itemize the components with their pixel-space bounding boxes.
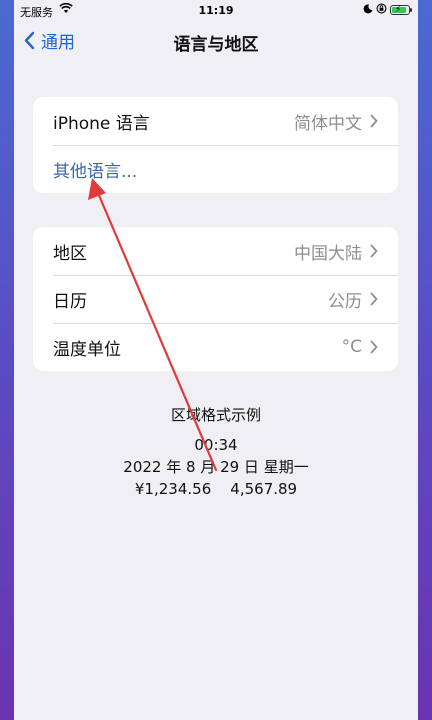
format-example-numbers: ¥1,234.56 4,567.89 <box>134 480 298 498</box>
other-languages-row[interactable]: 其他语言... <box>33 145 398 193</box>
temperature-unit-row[interactable]: 温度单位 °C <box>33 323 398 371</box>
region-settings-group: 地区 中国大陆 日历 公历 温度单位 °C <box>33 227 398 371</box>
calendar-value: 公历 <box>328 291 362 312</box>
iphone-language-value: 简体中文 <box>294 113 362 134</box>
chevron-right-icon <box>370 114 378 128</box>
language-settings-group: iPhone 语言 简体中文 其他语言... <box>33 97 398 193</box>
navigation-bar: 通用 语言与地区 <box>14 24 418 60</box>
region-format-example: 区域格式示例 00:34 2022 年 8 月 29 日 星期一 ¥1,234.… <box>14 404 418 500</box>
iphone-language-label: iPhone 语言 <box>53 113 150 134</box>
orientation-lock-icon <box>376 3 387 17</box>
status-time: 11:19 <box>198 4 234 17</box>
page-title: 语言与地区 <box>173 35 259 55</box>
region-label: 地区 <box>53 243 87 264</box>
region-value: 中国大陆 <box>294 243 362 264</box>
temperature-unit-value: °C <box>341 337 362 357</box>
chevron-right-icon <box>370 244 378 258</box>
phone-screen: 无服务 11:19 ⚡ 通用 语言与地区 iPhone 语言 简体中文 其他语言… <box>14 0 418 720</box>
moon-icon <box>363 3 373 17</box>
calendar-row[interactable]: 日历 公历 <box>33 275 398 323</box>
chevron-right-icon <box>370 340 378 354</box>
iphone-language-row[interactable]: iPhone 语言 简体中文 <box>33 97 398 145</box>
charging-bolt-icon: ⚡ <box>395 5 402 15</box>
format-example-time: 00:34 <box>194 436 238 454</box>
temperature-unit-label: 温度单位 <box>53 339 121 360</box>
status-bar: 无服务 11:19 ⚡ <box>14 0 418 22</box>
format-example-title: 区域格式示例 <box>170 406 261 424</box>
calendar-label: 日历 <box>53 291 87 312</box>
region-row[interactable]: 地区 中国大陆 <box>33 227 398 275</box>
format-example-date: 2022 年 8 月 29 日 星期一 <box>123 458 309 476</box>
status-right-icons: ⚡ <box>363 3 412 17</box>
other-languages-link[interactable]: 其他语言... <box>53 157 137 182</box>
chevron-right-icon <box>370 292 378 306</box>
battery-icon: ⚡ <box>390 5 412 15</box>
